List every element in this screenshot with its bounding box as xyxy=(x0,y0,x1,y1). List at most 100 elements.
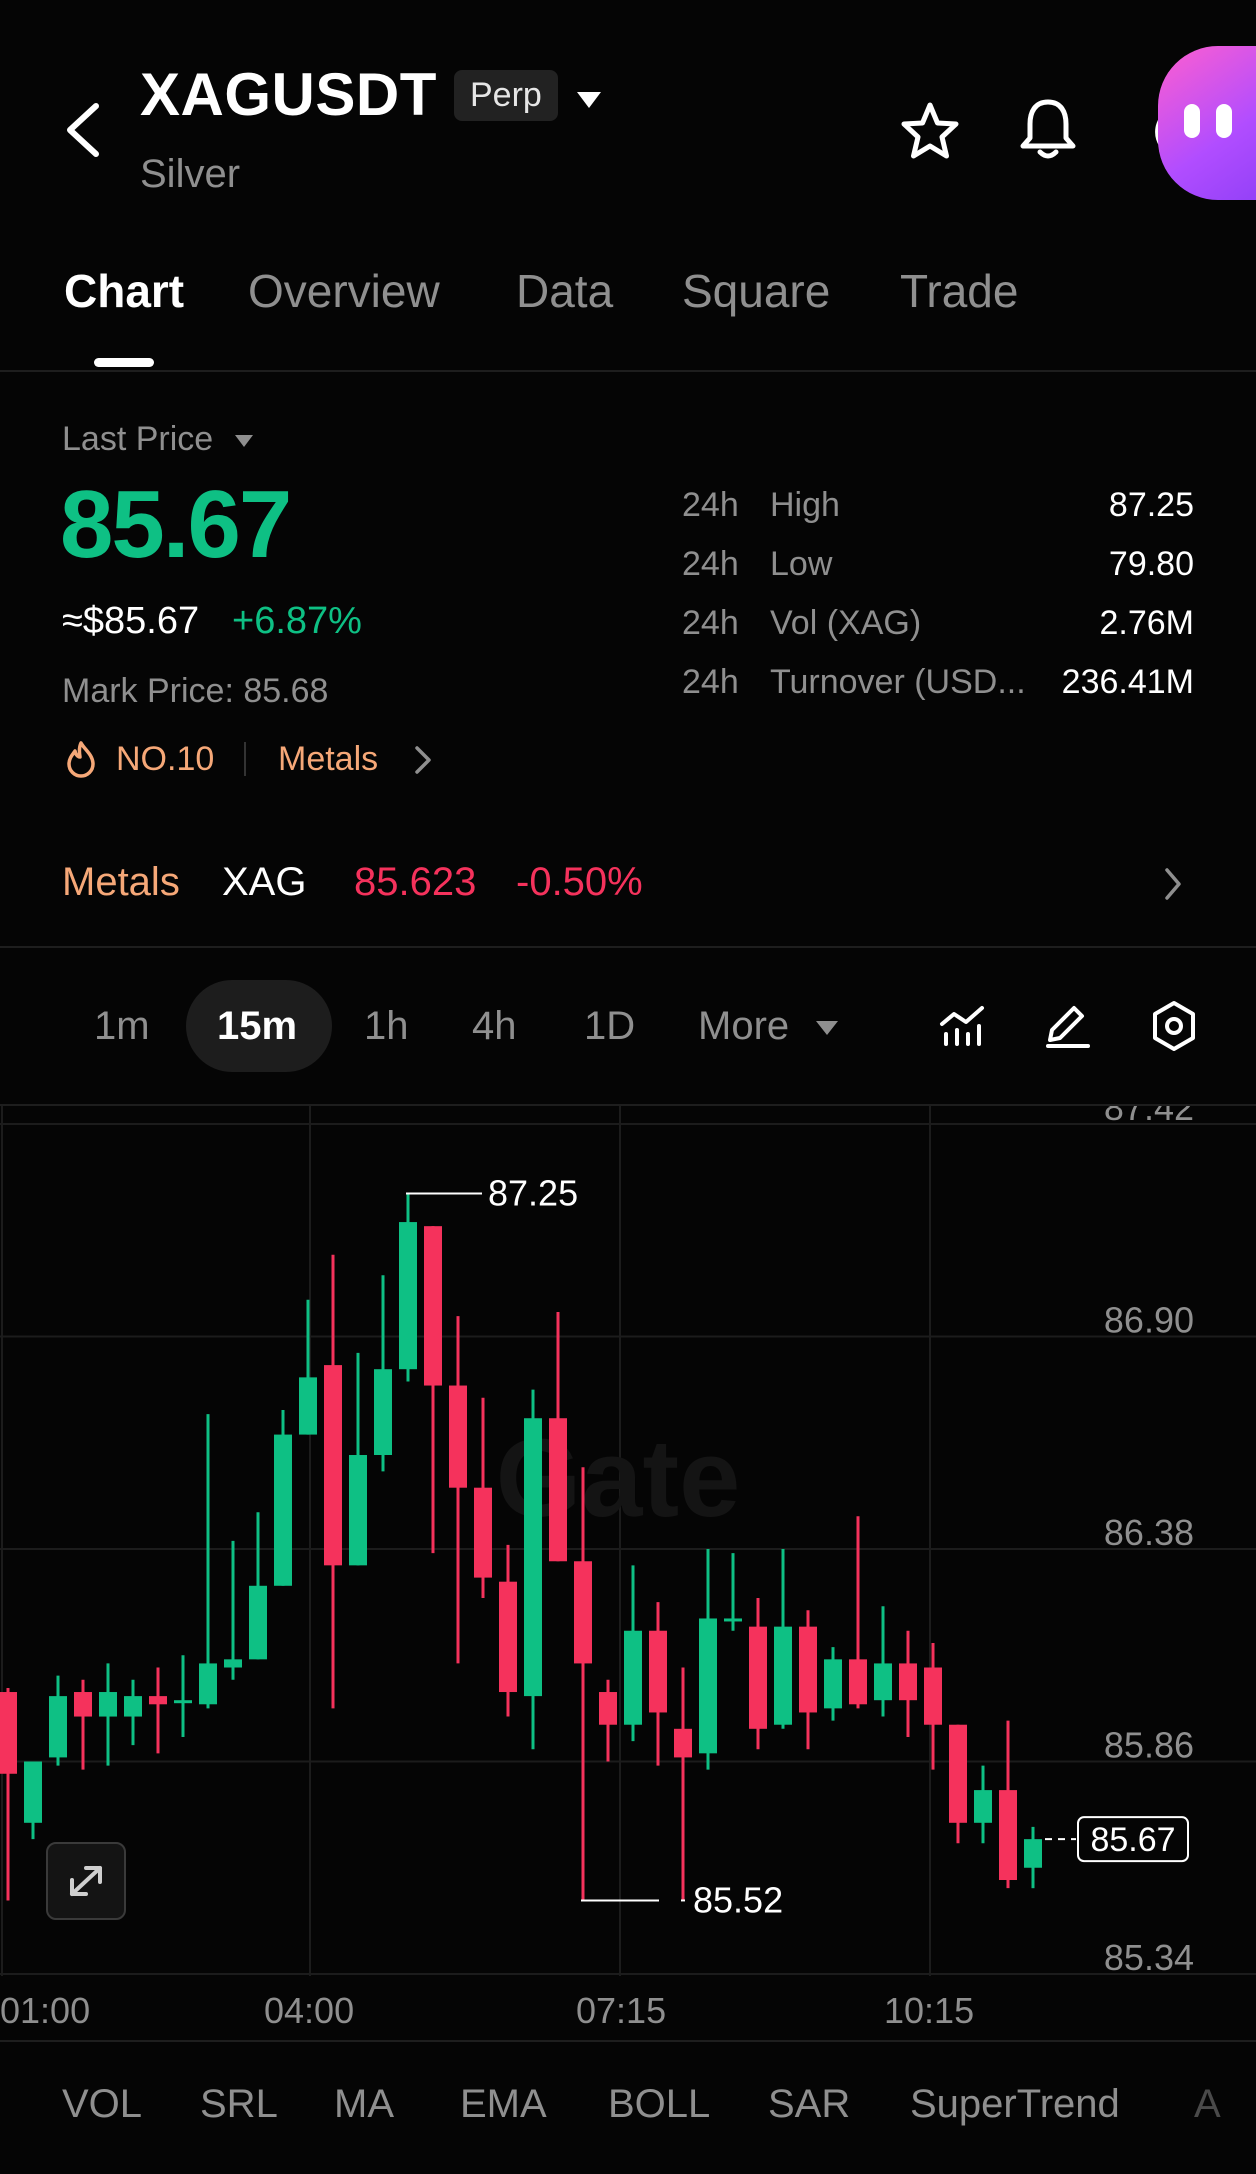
stat-row-low: 24h Low 79.80 xyxy=(682,545,1194,589)
related-price: 85.623 xyxy=(354,860,477,904)
candle-body xyxy=(249,1585,267,1660)
candle-body xyxy=(449,1385,467,1488)
candle-body xyxy=(24,1761,42,1823)
tabs-divider xyxy=(0,370,1256,372)
candle-body xyxy=(949,1724,967,1823)
chevron-right-icon xyxy=(1165,868,1181,900)
indicator-boll[interactable]: BOLL xyxy=(608,2082,710,2127)
candle-body xyxy=(624,1630,642,1725)
rank-divider xyxy=(244,742,246,776)
last-price-label: 85.67 xyxy=(1090,1821,1175,1859)
caret-down-icon[interactable] xyxy=(574,88,604,112)
timeframe-1d[interactable]: 1D xyxy=(584,1000,635,1052)
stat-row-volume: 24h Vol (XAG) 2.76M xyxy=(682,604,1194,648)
expand-chart-button[interactable] xyxy=(46,1842,126,1920)
y-tick-label: 85.34 xyxy=(1104,1937,1194,1978)
candle-body xyxy=(774,1626,792,1725)
usd-price: ≈$85.67 xyxy=(62,600,200,642)
stat-period: 24h xyxy=(682,663,739,701)
chevron-left-icon[interactable] xyxy=(58,100,108,160)
stat-value: 2.76M xyxy=(1099,604,1195,642)
indicator-ema[interactable]: EMA xyxy=(460,2082,547,2127)
candle-body xyxy=(749,1626,767,1729)
tab-square[interactable]: Square xyxy=(682,264,830,318)
timeframe-4h[interactable]: 4h xyxy=(472,1000,517,1052)
indicator-sar[interactable]: SAR xyxy=(768,2082,850,2127)
stat-period: 24h xyxy=(682,486,739,524)
category-link[interactable]: Metals xyxy=(278,740,378,779)
high-marker-label: 87.25 xyxy=(488,1172,578,1213)
x-tick-label: 04:00 xyxy=(264,1990,354,2031)
candle-body xyxy=(274,1434,292,1586)
tab-trade[interactable]: Trade xyxy=(900,264,1018,318)
candle-body xyxy=(849,1659,867,1705)
indicator-ma[interactable]: MA xyxy=(334,2082,394,2127)
indicator-srl[interactable]: SRL xyxy=(200,2082,278,2127)
candle-body xyxy=(499,1581,517,1693)
candle-body xyxy=(1024,1839,1042,1868)
expand-icon xyxy=(70,1866,102,1896)
stat-period: 24h xyxy=(682,604,739,642)
candle-body xyxy=(174,1700,192,1704)
last-price: 85.67 xyxy=(60,471,292,578)
low-marker-label: 85.52 xyxy=(693,1879,783,1920)
candle-body xyxy=(324,1365,342,1566)
stat-value: 79.80 xyxy=(1108,545,1194,583)
bell-icon[interactable] xyxy=(1016,96,1080,162)
candle-body xyxy=(224,1659,242,1668)
chart-candles xyxy=(0,1193,1042,1901)
timeframe-more[interactable]: More xyxy=(698,1000,840,1052)
candle-body xyxy=(349,1455,367,1566)
candle-body xyxy=(99,1692,117,1717)
tab-overview[interactable]: Overview xyxy=(248,264,440,318)
rank-label[interactable]: NO.10 xyxy=(116,740,214,779)
candle-body xyxy=(549,1418,567,1562)
indicator-vol[interactable]: VOL xyxy=(62,2082,142,2127)
x-tick-label: 10:15 xyxy=(884,1990,974,2031)
price-type-selector[interactable]: Last Price xyxy=(62,420,255,459)
x-tick-label: 01:00 xyxy=(0,1990,90,2031)
price-type-label: Last Price xyxy=(62,420,214,458)
candle-body xyxy=(149,1696,167,1705)
more-label: More xyxy=(698,1004,790,1048)
stat-period: 24h xyxy=(682,545,739,583)
assistant-bubble-icon[interactable] xyxy=(1158,46,1256,200)
candle-body xyxy=(199,1663,217,1705)
draw-icon[interactable] xyxy=(1044,1000,1092,1050)
candle-body xyxy=(74,1692,92,1717)
candle-body xyxy=(874,1663,892,1701)
related-category: Metals xyxy=(62,860,180,904)
timeframe-15m[interactable]: 15m xyxy=(217,1000,297,1052)
flame-icon xyxy=(67,741,95,778)
candle-body xyxy=(899,1663,917,1701)
stat-label: Low xyxy=(770,545,833,583)
candle-body xyxy=(399,1222,417,1370)
mark-price: Mark Price: 85.68 xyxy=(62,672,329,710)
indicator-icon[interactable] xyxy=(938,1004,986,1048)
candle-body xyxy=(699,1618,717,1754)
candle-body xyxy=(524,1418,542,1697)
indicator-partial[interactable]: A xyxy=(1194,2082,1221,2127)
y-tick-label: 86.90 xyxy=(1104,1300,1194,1341)
stat-label: Turnover (USD... xyxy=(770,663,1026,701)
tab-data[interactable]: Data xyxy=(516,264,613,318)
star-icon[interactable] xyxy=(898,100,962,164)
related-market-row[interactable]: Metals XAG 85.623 -0.50% xyxy=(0,848,1256,922)
timeframe-1m[interactable]: 1m xyxy=(94,1000,150,1052)
related-symbol: XAG xyxy=(222,860,307,904)
price-change: +6.87% xyxy=(232,600,362,642)
chart-annotations: 87.25 85.52 85.67 xyxy=(406,1172,1189,1920)
settings-icon[interactable] xyxy=(1150,1000,1198,1052)
candle-body xyxy=(799,1626,817,1713)
indicator-supertrend[interactable]: SuperTrend xyxy=(910,2082,1120,2127)
candle-body xyxy=(674,1728,692,1758)
candle-body xyxy=(474,1487,492,1578)
y-tick-label: 86.38 xyxy=(1104,1512,1194,1553)
candlestick-chart[interactable]: Gate 87.4286.9086.3885.8685.34 01:00 04:0… xyxy=(0,1106,1256,2046)
timeframe-1h[interactable]: 1h xyxy=(364,1000,409,1052)
candle-body xyxy=(574,1561,592,1664)
tab-chart[interactable]: Chart xyxy=(64,264,184,318)
candle-body xyxy=(49,1696,67,1758)
chevron-right-icon[interactable] xyxy=(412,744,434,776)
candle-body xyxy=(824,1659,842,1709)
